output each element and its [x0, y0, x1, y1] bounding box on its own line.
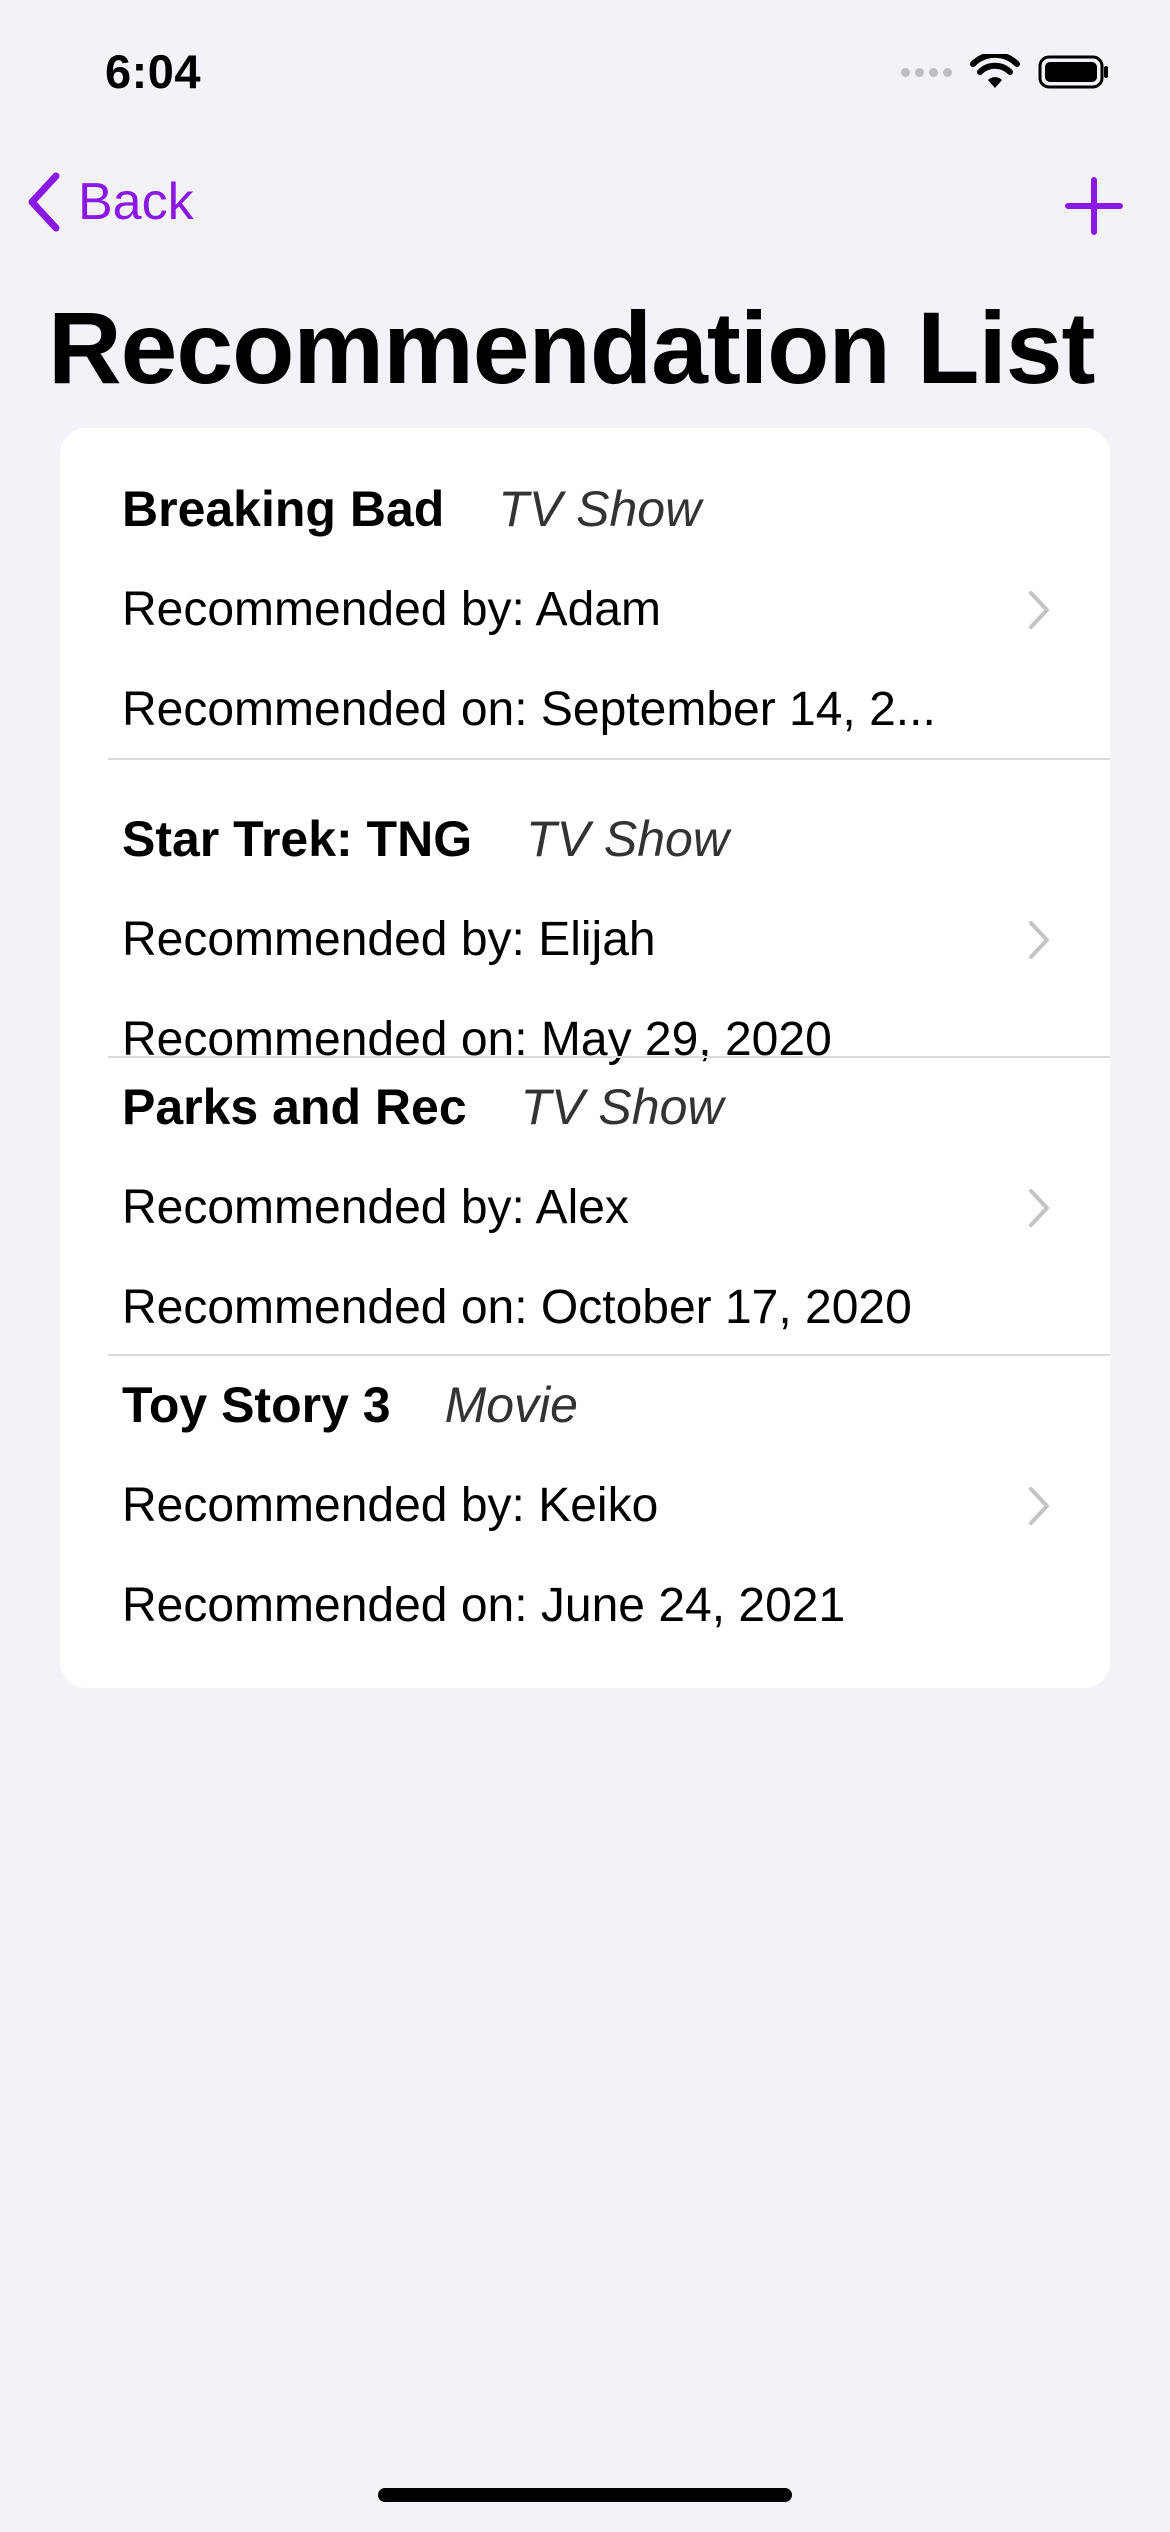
chevron-right-icon [1029, 591, 1049, 629]
item-recommended-on: Recommended on: September 14, 2... [122, 683, 936, 736]
add-button[interactable] [1064, 176, 1124, 236]
battery-icon [1038, 55, 1108, 89]
item-recommended-by: Recommended by: Alex [122, 1181, 629, 1234]
item-title: Breaking Bad [122, 481, 445, 537]
item-title: Toy Story 3 [122, 1377, 391, 1433]
item-type: TV Show [498, 481, 702, 537]
list-item[interactable]: Breaking Bad TV Show Recommended by: Ada… [60, 428, 1110, 758]
wifi-icon [970, 54, 1020, 88]
status-time: 6:04 [105, 45, 202, 98]
status-bar: 6:04 [0, 0, 1170, 140]
chevron-right-icon [1029, 921, 1049, 959]
plus-icon [1065, 177, 1123, 235]
list-item[interactable]: Parks and Rec TV Show Recommended by: Al… [60, 1058, 1110, 1354]
back-button-label: Back [78, 173, 194, 231]
item-type: TV Show [526, 811, 729, 867]
status-icons [901, 52, 1110, 92]
chevron-right-icon [1029, 1189, 1049, 1227]
item-recommended-by: Recommended by: Elijah [122, 913, 656, 966]
back-chevron-icon [28, 172, 60, 232]
item-recommended-on: Recommended on: June 24, 2021 [122, 1579, 846, 1632]
list-item[interactable]: Star Trek: TNG TV Show Recommended by: E… [60, 760, 1110, 1066]
item-type: Movie [444, 1377, 578, 1433]
item-recommended-by: Recommended by: Keiko [122, 1479, 659, 1532]
chevron-right-icon [1029, 1487, 1049, 1525]
back-button[interactable]: Back [24, 172, 194, 232]
page-title: Recommendation List [48, 291, 1095, 405]
item-recommended-on: Recommended on: October 17, 2020 [122, 1281, 912, 1334]
item-title: Star Trek: TNG [122, 811, 473, 867]
cellular-signal-icon [901, 67, 952, 77]
home-indicator[interactable] [378, 2488, 792, 2502]
recommendation-list: Breaking Bad TV Show Recommended by: Ada… [60, 428, 1110, 1688]
item-recommended-by: Recommended by: Adam [122, 583, 661, 636]
list-item[interactable]: Toy Story 3 Movie Recommended by: Keiko … [60, 1356, 1110, 1688]
item-title: Parks and Rec [122, 1079, 467, 1135]
item-type: TV Show [520, 1079, 724, 1135]
